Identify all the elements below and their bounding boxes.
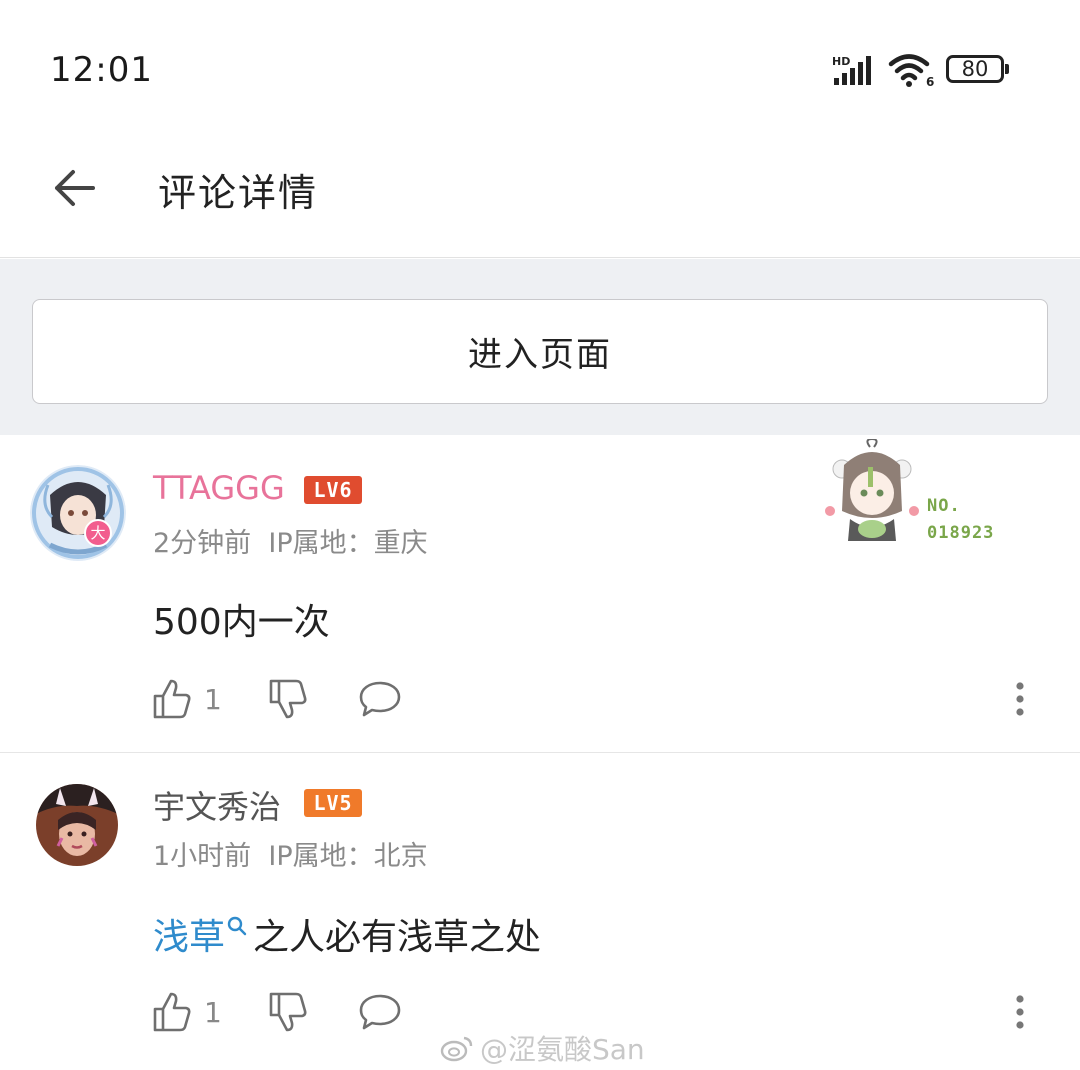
comment-bubble-icon xyxy=(359,681,401,717)
thumbs-up-icon xyxy=(153,992,191,1032)
ip-location: IP属地：北京 xyxy=(268,841,428,872)
top-app-bar: 评论详情 xyxy=(0,140,1080,258)
comment-meta: 2分钟前 IP属地：重庆 xyxy=(153,521,428,560)
back-arrow-icon xyxy=(55,170,95,206)
username[interactable]: TTAGGG xyxy=(153,469,285,507)
level-badge: LV6 xyxy=(304,476,362,504)
watermark: @涩氨酸San xyxy=(440,1028,645,1068)
avatar-image xyxy=(30,465,126,561)
comment-detail-page: 12:01 HD 6 80 评论详情 进入页面 大 TTAGGG LV6 2分钟… xyxy=(0,0,1080,1070)
network-label: HD xyxy=(832,55,850,68)
dislike-button[interactable] xyxy=(268,990,308,1034)
dislike-button[interactable] xyxy=(268,677,308,721)
enter-page-section: 进入页面 xyxy=(0,259,1080,435)
more-vertical-icon xyxy=(1016,682,1024,716)
like-button[interactable]: 1 xyxy=(152,677,222,721)
like-count: 1 xyxy=(204,995,222,1029)
comment-bubble-icon xyxy=(359,994,401,1030)
comment-time: 2分钟前 xyxy=(153,528,252,559)
reply-button[interactable] xyxy=(358,677,402,721)
wifi-icon: 6 xyxy=(888,54,934,88)
reply-button[interactable] xyxy=(358,990,402,1034)
status-time: 12:01 xyxy=(50,50,153,90)
thumbs-up-icon xyxy=(153,679,191,719)
thumbs-down-icon xyxy=(269,679,307,719)
comment-meta: 1小时前 IP属地：北京 xyxy=(153,834,428,873)
battery-icon: 80 xyxy=(946,55,1010,83)
more-vertical-icon xyxy=(1016,995,1024,1029)
fan-card-character-image xyxy=(825,437,919,541)
like-button[interactable]: 1 xyxy=(152,990,222,1034)
page-title: 评论详情 xyxy=(158,171,319,215)
avatar[interactable] xyxy=(36,784,118,866)
comment-content: 浅草 之人必有浅草之处 xyxy=(153,908,541,960)
comment-actions: 1 xyxy=(152,677,1052,721)
weibo-logo-icon xyxy=(440,1036,473,1062)
thumbs-down-icon xyxy=(269,992,307,1032)
fan-card[interactable]: NO. 018923 xyxy=(822,437,1022,549)
avatar[interactable] xyxy=(30,465,126,561)
status-bar: 12:01 HD 6 80 xyxy=(0,0,1080,140)
search-keyword-link[interactable]: 浅草 xyxy=(153,917,225,958)
battery-tip xyxy=(1005,64,1009,74)
wifi-version-label: 6 xyxy=(926,75,934,88)
comment-content: 500内一次 xyxy=(153,602,330,643)
enter-page-button[interactable]: 进入页面 xyxy=(32,299,1048,404)
fan-card-number: NO. 018923 xyxy=(927,493,994,547)
comment-item: 宇文秀治 LV5 1小时前 IP属地：北京 浅草 之人必有浅草之处 1 xyxy=(0,754,1080,1070)
username[interactable]: 宇文秀治 xyxy=(153,782,281,828)
ip-location: IP属地：重庆 xyxy=(268,528,428,559)
watermark-text: @涩氨酸San xyxy=(480,1033,645,1066)
more-options-button[interactable] xyxy=(1014,677,1038,721)
vip-badge: 大 xyxy=(84,519,112,547)
comment-item: 大 TTAGGG LV6 2分钟前 IP属地：重庆 NO. 018923 500… xyxy=(0,435,1080,753)
comment-time: 1小时前 xyxy=(153,841,252,872)
search-icon[interactable] xyxy=(225,914,249,938)
back-button[interactable] xyxy=(46,160,102,216)
like-count: 1 xyxy=(204,682,222,716)
avatar-image xyxy=(36,784,118,866)
level-badge: LV5 xyxy=(304,789,362,817)
battery-level: 80 xyxy=(946,55,1004,83)
fan-card-no-label: NO. xyxy=(927,496,961,516)
comment-content-text: 之人必有浅草之处 xyxy=(253,917,542,958)
more-options-button[interactable] xyxy=(1014,990,1038,1034)
cellular-signal-icon: HD xyxy=(832,55,871,85)
fan-card-no-value: 018923 xyxy=(927,523,995,543)
